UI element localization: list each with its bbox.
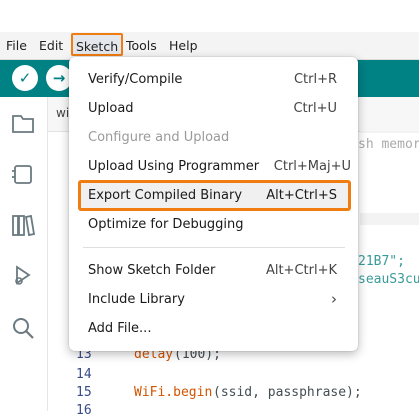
code-fragment: sh memor: [358, 137, 419, 152]
line-number: 14: [76, 367, 92, 382]
menu-item-export-binary[interactable]: Export Compiled Binary Alt+Ctrl+S: [78, 180, 351, 211]
verify-icon: ✓: [18, 69, 32, 87]
menu-item-verify-compile[interactable]: Verify/Compile Ctrl+R: [69, 66, 358, 93]
code-fragment: [360, 131, 419, 133]
menu-item-add-file[interactable]: Add File...: [69, 315, 358, 342]
menu-item-show-sketch-folder[interactable]: Show Sketch Folder Alt+Ctrl+K: [69, 257, 358, 284]
menu-item-configure-upload: Configure and Upload: [88, 130, 230, 145]
upload-icon: →: [52, 69, 66, 87]
shortcut: Ctrl+R: [293, 72, 337, 87]
code-line: WiFi.begin: [134, 385, 213, 400]
menu-item-upload-programmer[interactable]: Upload Using Programmer Ctrl+Maj+U: [69, 153, 358, 180]
menu-sketch[interactable]: Sketch: [71, 33, 124, 56]
code-fragment: [360, 213, 419, 225]
library-icon[interactable]: [9, 211, 37, 239]
folder-icon[interactable]: [9, 109, 37, 137]
window-titlebar: [0, 0, 419, 32]
sketch-menu: Verify/Compile Ctrl+R Upload Ctrl+U Conf…: [69, 57, 358, 351]
menu-item-include-library[interactable]: Include Library ›: [69, 286, 358, 313]
menu-tools[interactable]: Tools: [126, 36, 157, 55]
board-icon[interactable]: [9, 160, 37, 188]
code-fragment: seauS3cu: [358, 272, 419, 287]
menu-file[interactable]: File: [6, 36, 27, 55]
sketch-tab[interactable]: wi: [56, 106, 69, 120]
search-icon[interactable]: [9, 314, 37, 342]
chevron-right-icon: ›: [331, 290, 337, 308]
menu-item-upload[interactable]: Upload Ctrl+U: [69, 95, 358, 122]
menu-separator: [83, 247, 345, 248]
menu-edit[interactable]: Edit: [39, 36, 63, 55]
shortcut: Alt+Ctrl+S: [266, 188, 337, 203]
code-line: (ssid, passphrase);: [213, 385, 362, 400]
line-number: 15: [76, 385, 92, 400]
shortcut: Alt+Ctrl+K: [265, 263, 337, 278]
shortcut: Ctrl+U: [293, 101, 337, 116]
shortcut: Ctrl+Maj+U: [273, 159, 351, 174]
menubar: File Edit Sketch Tools Help: [0, 32, 419, 60]
sidebar: [0, 97, 48, 411]
code-fragment: 21B7";: [358, 254, 405, 269]
verify-button[interactable]: ✓: [12, 65, 38, 91]
debug-icon[interactable]: [9, 261, 37, 289]
menu-item-optimize-debugging[interactable]: Optimize for Debugging: [69, 211, 358, 238]
menu-help[interactable]: Help: [169, 36, 198, 55]
